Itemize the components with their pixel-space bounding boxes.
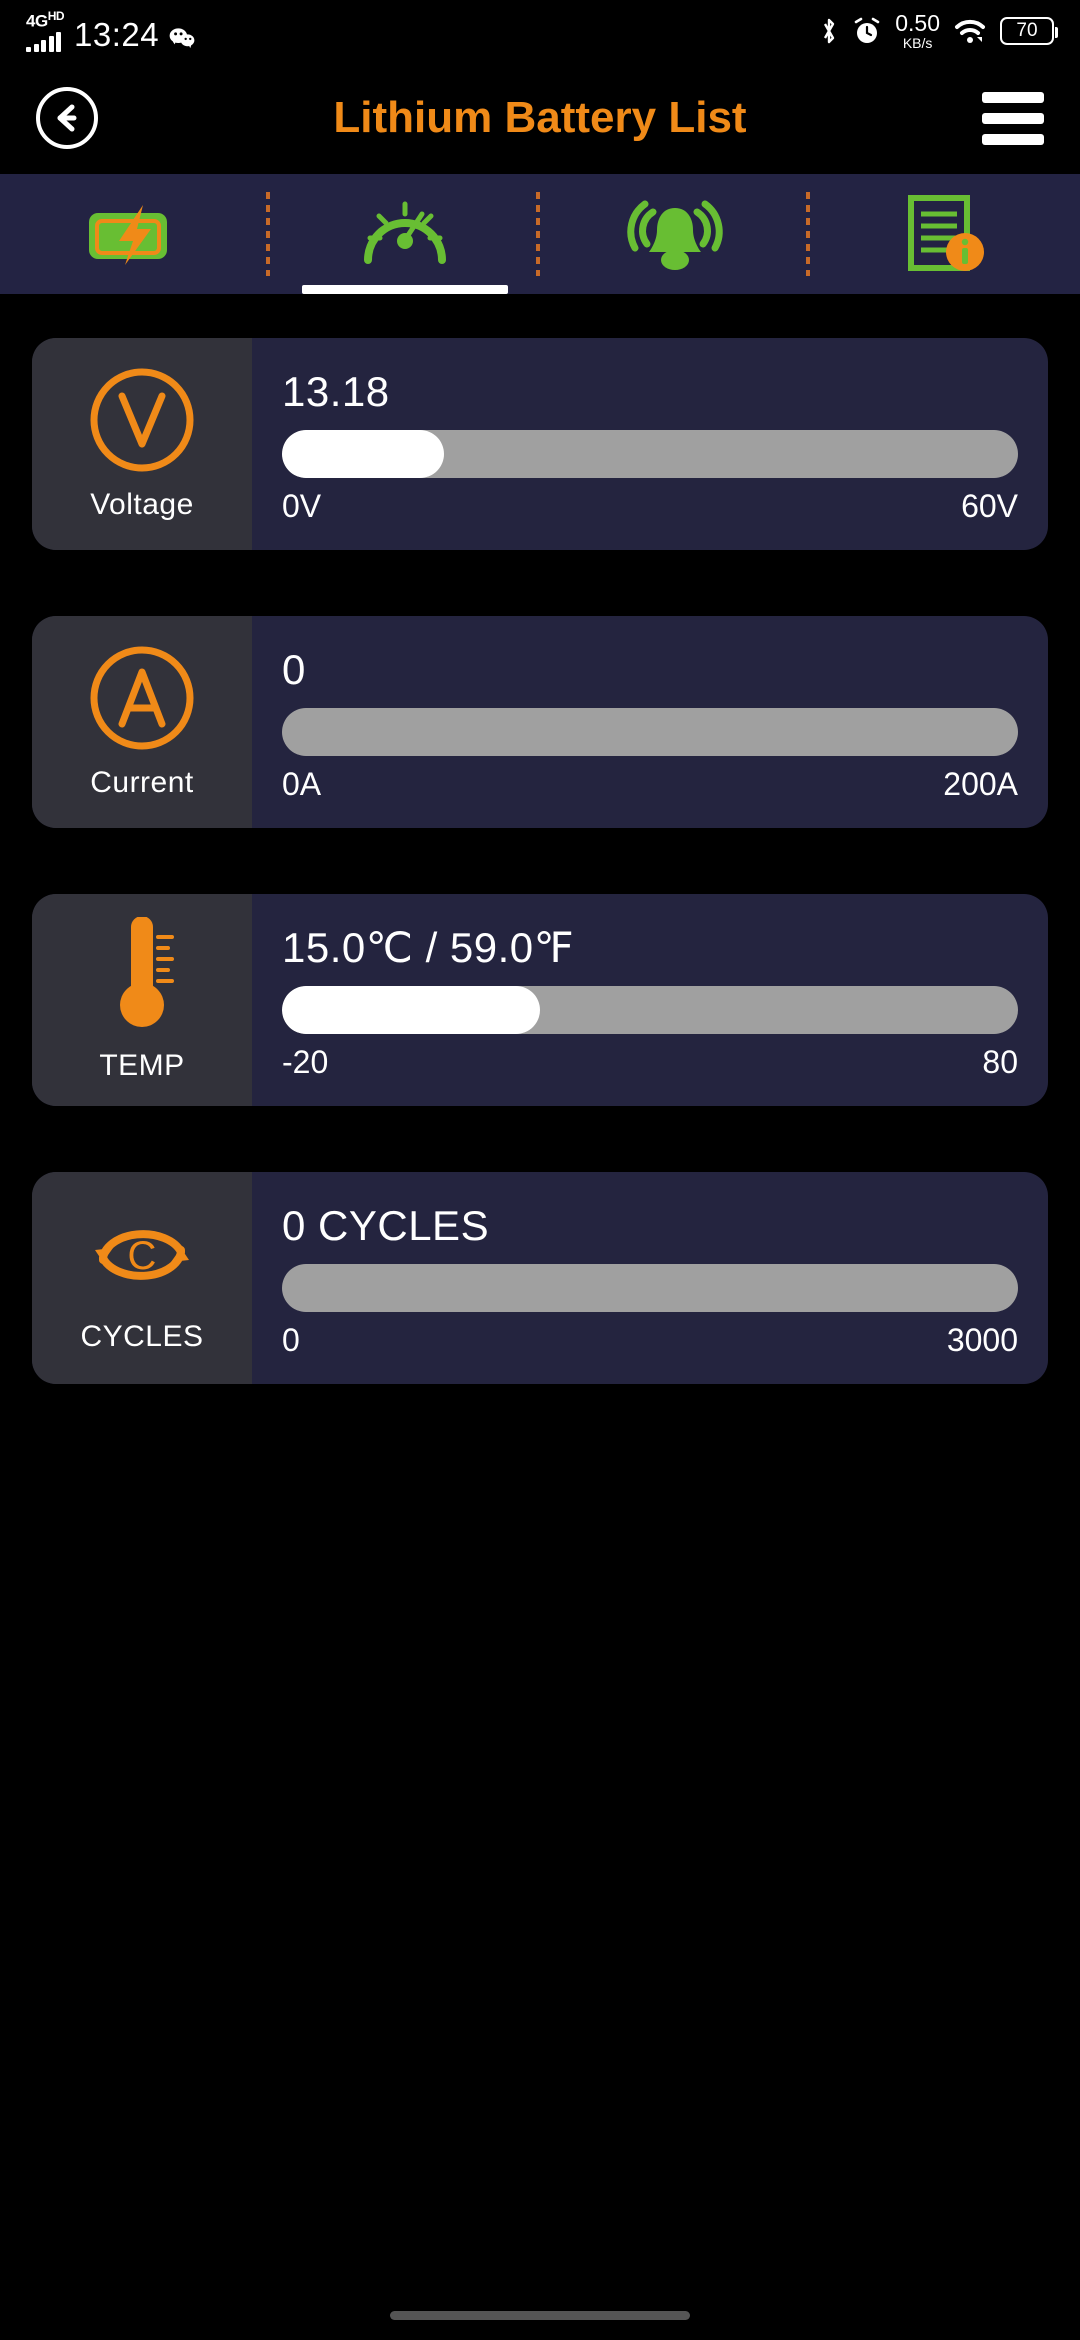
- metrics-card-list: Voltage 13.18 0V 60V Current 0 0A 200A T…: [0, 294, 1080, 1384]
- wifi-icon: [955, 19, 985, 43]
- tab-alarm[interactable]: [540, 174, 810, 294]
- card-voltage-left: Voltage: [32, 338, 252, 550]
- status-bar-left: 4GHD 13:24: [26, 9, 195, 53]
- card-cycles-value: 0 CYCLES: [282, 1201, 490, 1249]
- network-speed-value: 0.50: [895, 10, 940, 36]
- network-speed-unit: KB/s: [902, 35, 933, 51]
- card-current-left: Current: [32, 616, 252, 828]
- card-temp-value: 15.0℃ / 59.0℉: [282, 924, 575, 971]
- battery-charging-icon: [82, 196, 188, 272]
- card-voltage-min: 0V: [282, 487, 322, 524]
- card-voltage-right: 13.18 0V 60V: [252, 338, 1048, 550]
- tab-battery[interactable]: [0, 174, 270, 294]
- thermometer-icon: [120, 917, 174, 1027]
- gauge-icon: [352, 196, 458, 272]
- network-type-label: 4GHD: [26, 9, 65, 31]
- card-cycles-scale: 0 3000: [282, 1322, 1018, 1359]
- card-temp-scale: -20 80: [282, 1044, 1018, 1081]
- battery-indicator: 70: [1000, 17, 1058, 45]
- card-voltage-value: 13.18: [282, 367, 390, 415]
- battery-level-label: 70: [1016, 20, 1038, 41]
- card-current-scale: 0A 200A: [282, 766, 1018, 803]
- tab-document[interactable]: [810, 174, 1080, 294]
- card-cycles-bar: [282, 1263, 1018, 1312]
- card-voltage-bar-fill: [282, 429, 444, 478]
- card-temp-bar: [282, 986, 1018, 1034]
- card-cycles-left: C CYCLES: [32, 1172, 252, 1384]
- card-current-label: Current: [90, 766, 194, 799]
- card-cycles-right: 0 CYCLES 0 3000: [252, 1172, 1048, 1384]
- card-voltage-max: 60V: [961, 487, 1018, 524]
- card-cycles-max: 3000: [946, 1321, 1018, 1358]
- tab-bar: [0, 174, 1080, 294]
- bell-alarm-icon: [622, 196, 728, 272]
- app-header: Lithium Battery List: [0, 62, 1080, 174]
- card-current-max: 200A: [943, 765, 1018, 802]
- card-temp-bar-fill: [282, 986, 540, 1034]
- card-current-bar: [282, 707, 1018, 756]
- card-cycles-label: CYCLES: [80, 1320, 204, 1353]
- network-speed: 0.50 KB/s: [895, 10, 940, 51]
- cycles-icon: C: [95, 1230, 189, 1280]
- card-current-min: 0A: [282, 765, 322, 802]
- card-temp-right: 15.0℃ / 59.0℉ -20 80: [252, 894, 1048, 1106]
- card-temp[interactable]: TEMP 15.0℃ / 59.0℉ -20 80: [32, 894, 1048, 1106]
- hamburger-menu-icon[interactable]: [982, 91, 1044, 145]
- status-bar: 4GHD 13:24 0.50 KB/s 70: [0, 0, 1080, 62]
- card-temp-max: 80: [982, 1044, 1018, 1080]
- card-voltage[interactable]: Voltage 13.18 0V 60V: [32, 338, 1048, 550]
- card-voltage-bar: [282, 429, 1018, 478]
- card-voltage-label: Voltage: [90, 488, 194, 521]
- page-title: Lithium Battery List: [333, 93, 747, 142]
- card-current[interactable]: Current 0 0A 200A: [32, 616, 1048, 828]
- card-cycles-min: 0: [282, 1321, 300, 1358]
- back-button[interactable]: [36, 87, 98, 149]
- status-bar-clock: 13:24: [74, 15, 160, 53]
- back-arrow-icon: [57, 104, 77, 132]
- bluetooth-icon: [824, 18, 835, 44]
- tab-gauge[interactable]: [270, 174, 540, 294]
- current-icon: [90, 646, 194, 750]
- card-voltage-scale: 0V 60V: [282, 488, 1018, 525]
- card-current-value: 0: [282, 645, 306, 693]
- card-cycles[interactable]: C CYCLES 0 CYCLES 0 3000: [32, 1172, 1048, 1384]
- voltage-icon: [90, 368, 194, 472]
- wechat-icon: [169, 28, 195, 48]
- signal-bars-icon: [26, 31, 61, 52]
- document-info-icon: [892, 195, 998, 272]
- svg-text:C: C: [128, 1234, 157, 1278]
- cellular-signal: 4GHD: [26, 9, 65, 52]
- home-indicator: [390, 2311, 690, 2320]
- status-bar-right: 0.50 KB/s 70: [819, 10, 1058, 51]
- card-current-right: 0 0A 200A: [252, 616, 1048, 828]
- alarm-clock-icon: [854, 17, 880, 43]
- card-temp-left: TEMP: [32, 894, 252, 1106]
- card-temp-label: TEMP: [99, 1049, 185, 1082]
- card-temp-min: -20: [282, 1044, 329, 1080]
